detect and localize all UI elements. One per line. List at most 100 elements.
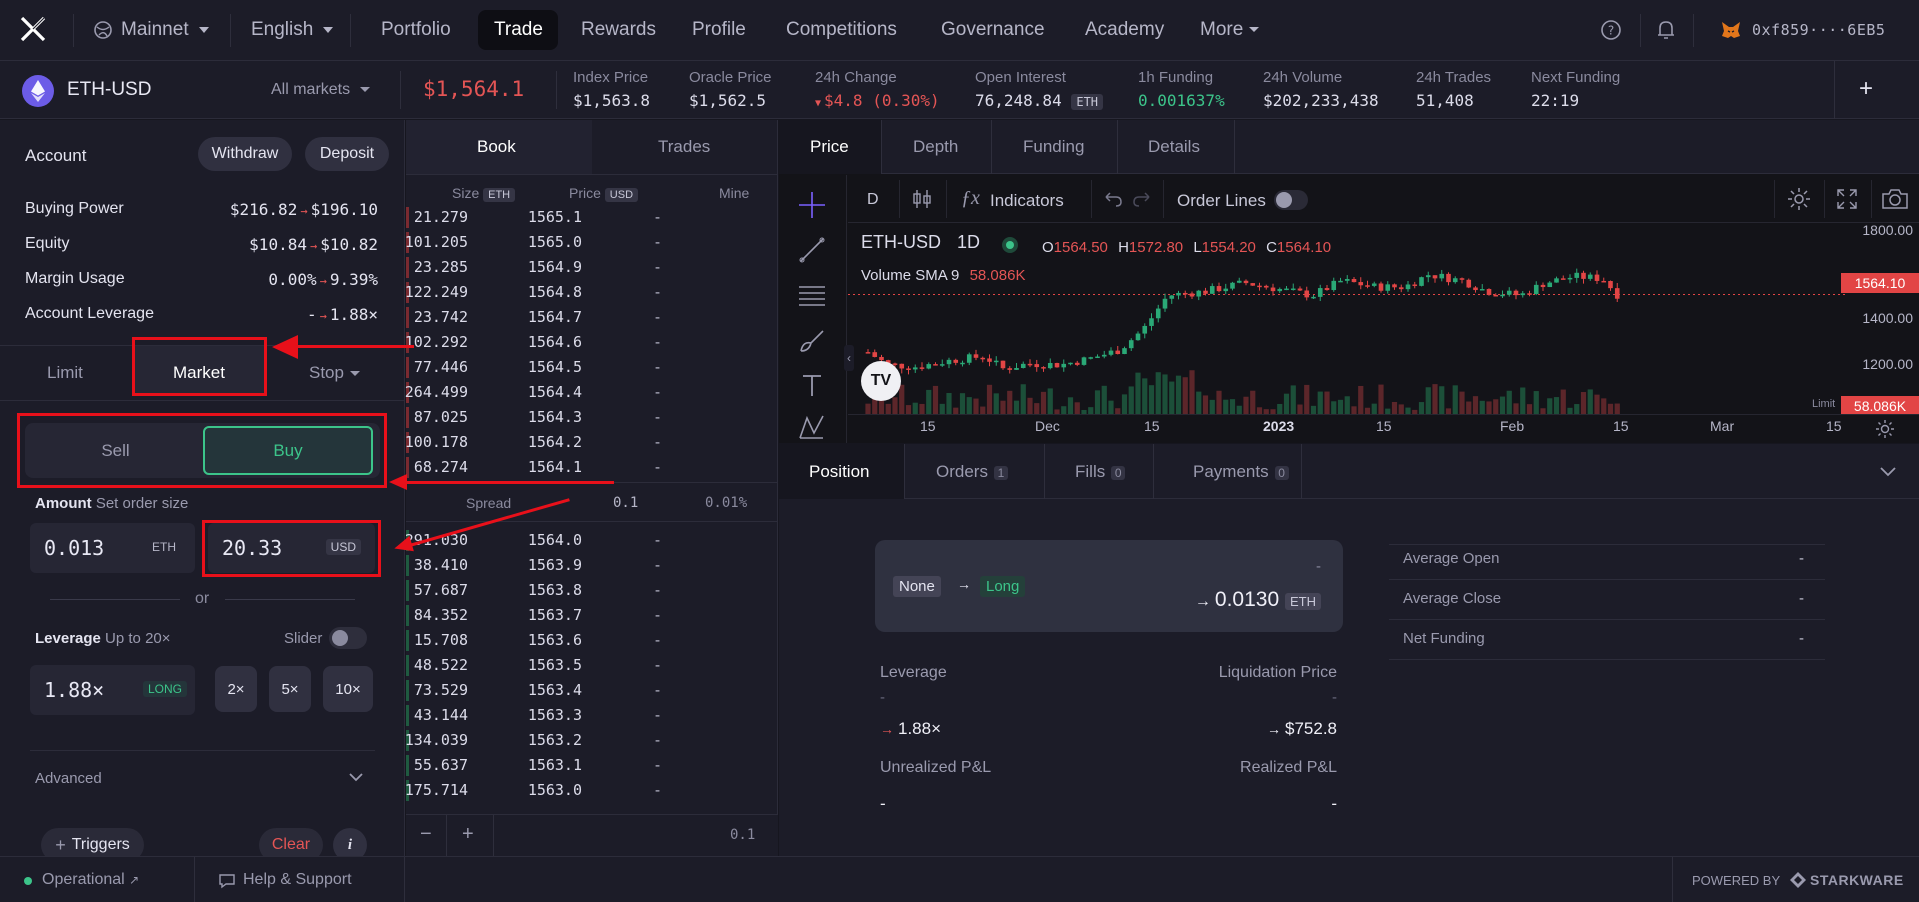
function-icon[interactable]: ƒx bbox=[961, 187, 980, 210]
advanced-toggle-label[interactable]: Advanced bbox=[35, 770, 102, 787]
nav-link-governance[interactable]: Governance bbox=[941, 19, 1045, 41]
price-cell: 1563.0 bbox=[527, 781, 582, 799]
bid-row[interactable]: 15.708 1563.6 - bbox=[406, 628, 712, 653]
zoom-in-button[interactable]: + bbox=[462, 823, 474, 846]
margin-usage-label: Margin Usage bbox=[25, 270, 125, 287]
tab-fills[interactable]: Fills 0 bbox=[1075, 462, 1126, 482]
ask-row[interactable]: 102.292 1564.6 - bbox=[405, 330, 712, 355]
candles-icon[interactable] bbox=[910, 187, 934, 211]
nav-link-profile[interactable]: Profile bbox=[692, 19, 746, 41]
tab-price[interactable]: Price bbox=[810, 137, 849, 157]
ask-row[interactable]: 77.446 1564.5 - bbox=[406, 355, 712, 380]
language-select[interactable]: English bbox=[251, 19, 334, 41]
depth-bar bbox=[406, 680, 409, 701]
crosshair-icon[interactable] bbox=[797, 190, 827, 220]
ask-row[interactable]: 122.249 1564.8 - bbox=[405, 280, 712, 305]
fib-retracement-icon[interactable] bbox=[797, 280, 827, 310]
tab-book[interactable]: Book bbox=[477, 137, 516, 157]
bid-row[interactable]: 55.637 1563.1 - bbox=[406, 753, 712, 778]
col-size-header: Size ETH bbox=[452, 185, 516, 202]
tab-trades[interactable]: Trades bbox=[658, 137, 710, 157]
depth-bar bbox=[406, 207, 409, 228]
chevron-down-icon[interactable] bbox=[1879, 466, 1897, 478]
depth-bar bbox=[406, 357, 409, 378]
annotation-box-side-toggle bbox=[17, 413, 387, 488]
chevron-down-icon bbox=[349, 371, 360, 377]
wallet-address[interactable]: 0xf859····6EB5 bbox=[1752, 21, 1885, 39]
withdraw-button[interactable]: Withdraw bbox=[198, 137, 292, 171]
help-icon[interactable]: ? bbox=[1600, 19, 1622, 41]
ask-row[interactable]: 264.499 1564.4 - bbox=[405, 380, 712, 405]
tradingview-logo-icon[interactable]: TV bbox=[861, 361, 901, 401]
tab-payments[interactable]: Payments 0 bbox=[1193, 462, 1289, 482]
chart-settings-icon[interactable] bbox=[1875, 419, 1895, 439]
camera-icon[interactable] bbox=[1881, 187, 1909, 211]
bid-row[interactable]: 43.144 1563.3 - bbox=[406, 703, 712, 728]
collapse-toolbar-button[interactable]: ‹ bbox=[844, 345, 854, 371]
tab-limit[interactable]: Limit bbox=[47, 363, 83, 383]
status-link[interactable]: Operational ↗ bbox=[42, 871, 139, 889]
bell-icon[interactable] bbox=[1655, 18, 1677, 42]
mine-cell: - bbox=[652, 606, 662, 624]
ask-row[interactable]: 23.742 1564.7 - bbox=[406, 305, 712, 330]
brush-icon[interactable] bbox=[797, 325, 827, 355]
market-divider bbox=[556, 71, 557, 109]
leverage-10x-button[interactable]: 10× bbox=[323, 666, 373, 712]
tab-orders[interactable]: Orders 1 bbox=[936, 462, 1008, 482]
or-divider-left bbox=[50, 599, 180, 600]
deposit-button[interactable]: Deposit bbox=[305, 137, 389, 171]
indicators-button[interactable]: Indicators bbox=[990, 191, 1064, 211]
settings-gear-icon[interactable] bbox=[1786, 186, 1812, 212]
amount-eth-input[interactable]: 0.013 ETH bbox=[30, 523, 195, 573]
leverage-2x-button[interactable]: 2× bbox=[215, 666, 257, 712]
network-select[interactable]: Mainnet bbox=[121, 19, 209, 41]
order-lines-toggle[interactable] bbox=[1274, 190, 1308, 210]
ask-row[interactable]: 87.025 1564.3 - bbox=[406, 405, 712, 430]
nav-link-portfolio[interactable]: Portfolio bbox=[381, 19, 451, 41]
fullscreen-icon[interactable] bbox=[1835, 187, 1859, 211]
nav-link-competitions[interactable]: Competitions bbox=[786, 19, 897, 41]
add-market-button[interactable]: + bbox=[1846, 71, 1886, 109]
leverage-input[interactable]: 1.88× LONG bbox=[30, 665, 195, 715]
nav-link-academy[interactable]: Academy bbox=[1085, 19, 1164, 41]
all-markets-select[interactable]: All markets bbox=[271, 81, 371, 99]
help-support-link[interactable]: Help & Support bbox=[243, 871, 352, 889]
ask-row[interactable]: 100.178 1564.2 - bbox=[405, 430, 712, 455]
ask-row[interactable]: 68.274 1564.1 - bbox=[406, 455, 712, 480]
slider-toggle[interactable] bbox=[329, 627, 367, 649]
average-open-value: - bbox=[1799, 550, 1804, 567]
price-cell: 1564.1 bbox=[527, 458, 582, 476]
bid-row[interactable]: 175.714 1563.0 - bbox=[406, 778, 712, 803]
tab-position[interactable]: Position bbox=[809, 462, 869, 482]
undo-icon[interactable] bbox=[1103, 191, 1123, 207]
ask-row[interactable]: 101.205 1565.0 - bbox=[405, 230, 712, 255]
realized-pnl-label: Realized P&L bbox=[1240, 759, 1337, 776]
tab-depth[interactable]: Depth bbox=[913, 137, 958, 157]
nav-more-menu[interactable]: More bbox=[1200, 19, 1260, 41]
tab-stop[interactable]: Stop bbox=[309, 363, 360, 383]
ask-row[interactable]: 21.279 1565.1 - bbox=[406, 205, 712, 230]
bid-row[interactable]: 73.529 1563.4 - bbox=[406, 678, 712, 703]
bid-row[interactable]: 134.039 1563.2 - bbox=[406, 728, 712, 753]
interval-button[interactable]: D bbox=[867, 191, 879, 209]
text-tool-icon[interactable] bbox=[797, 370, 827, 400]
bid-row[interactable]: 57.687 1563.8 - bbox=[406, 578, 712, 603]
nav-link-rewards[interactable]: Rewards bbox=[581, 19, 656, 41]
tab-details[interactable]: Details bbox=[1148, 137, 1200, 157]
nav-link-trade[interactable]: Trade bbox=[494, 19, 543, 41]
pattern-icon[interactable] bbox=[797, 413, 827, 441]
zoom-out-button[interactable]: − bbox=[420, 823, 432, 846]
chevron-down-icon[interactable] bbox=[349, 772, 363, 782]
position-size-value: 0.0130 bbox=[1214, 588, 1280, 611]
bid-row[interactable]: 38.410 1563.9 - bbox=[406, 553, 712, 578]
redo-icon[interactable] bbox=[1132, 191, 1152, 207]
logo-icon[interactable] bbox=[20, 16, 46, 42]
tab-funding[interactable]: Funding bbox=[1023, 137, 1084, 157]
bid-row[interactable]: 84.352 1563.7 - bbox=[406, 603, 712, 628]
price-chart-canvas[interactable] bbox=[848, 224, 1919, 443]
ask-row[interactable]: 23.285 1564.9 - bbox=[406, 255, 712, 280]
leverage-5x-button[interactable]: 5× bbox=[269, 666, 311, 712]
bid-row[interactable]: 48.522 1563.5 - bbox=[406, 653, 712, 678]
trend-line-icon[interactable] bbox=[797, 235, 827, 265]
buying-power-to: $196.10 bbox=[310, 200, 378, 219]
